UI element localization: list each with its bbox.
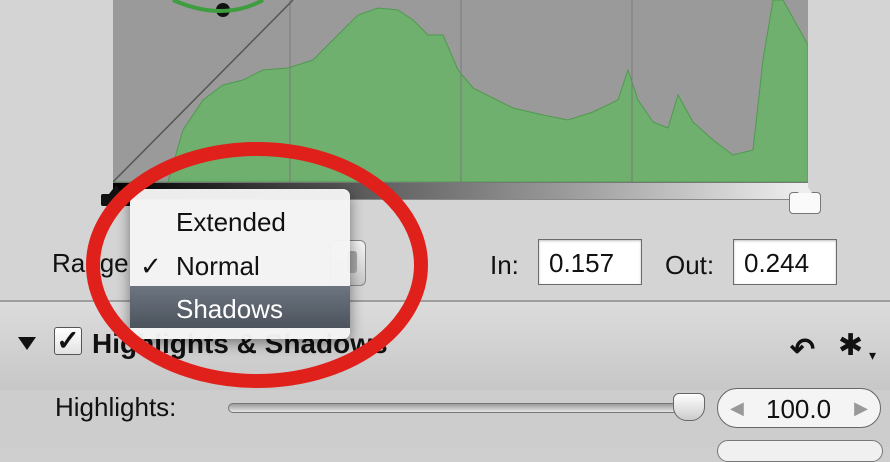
- out-label: Out:: [665, 250, 715, 280]
- histogram-graph[interactable]: [113, 0, 808, 182]
- highlights-slider-track[interactable]: [228, 403, 702, 413]
- range-dropdown-menu[interactable]: Extended ✓ Normal Shadows: [130, 189, 350, 339]
- in-value-field[interactable]: 0.157: [538, 239, 642, 285]
- menu-item-extended[interactable]: Extended: [130, 199, 350, 241]
- disclosure-triangle-icon[interactable]: [18, 337, 36, 350]
- in-label: In:: [490, 250, 519, 280]
- curves-histogram[interactable]: [113, 0, 808, 182]
- out-value-field[interactable]: 0.244: [733, 239, 837, 285]
- highlights-value[interactable]: 100.0: [766, 394, 831, 425]
- menu-item-label: Extended: [176, 207, 286, 237]
- stepper-decrement-icon[interactable]: ◀: [730, 398, 744, 419]
- next-stepper-field[interactable]: [717, 440, 883, 462]
- highlights-value-stepper[interactable]: ◀ 100.0 ▶: [717, 388, 881, 428]
- reset-arrow-icon[interactable]: ↶: [790, 332, 815, 367]
- gear-menu-caret-icon: ▾: [869, 347, 877, 363]
- checkmark-icon: ✓: [140, 251, 162, 281]
- menu-item-shadows[interactable]: Shadows: [130, 286, 350, 328]
- adjustments-panel: Range In: 0.157 Out: 0.244 ✓ Highlights …: [0, 0, 890, 462]
- stepper-increment-icon[interactable]: ▶: [854, 398, 868, 419]
- range-label: Range: [52, 248, 129, 278]
- menu-item-label: Shadows: [176, 294, 283, 324]
- black-point-handle[interactable]: [101, 185, 131, 206]
- menu-item-normal[interactable]: ✓ Normal: [130, 243, 350, 285]
- highlights-shadows-checkbox[interactable]: ✓: [54, 327, 82, 355]
- highlights-slider-thumb[interactable]: [673, 393, 705, 421]
- menu-item-label: Normal: [176, 251, 260, 281]
- white-point-handle[interactable]: [789, 183, 821, 214]
- gear-icon[interactable]: ✱: [838, 328, 863, 363]
- highlights-label: Highlights:: [55, 392, 177, 422]
